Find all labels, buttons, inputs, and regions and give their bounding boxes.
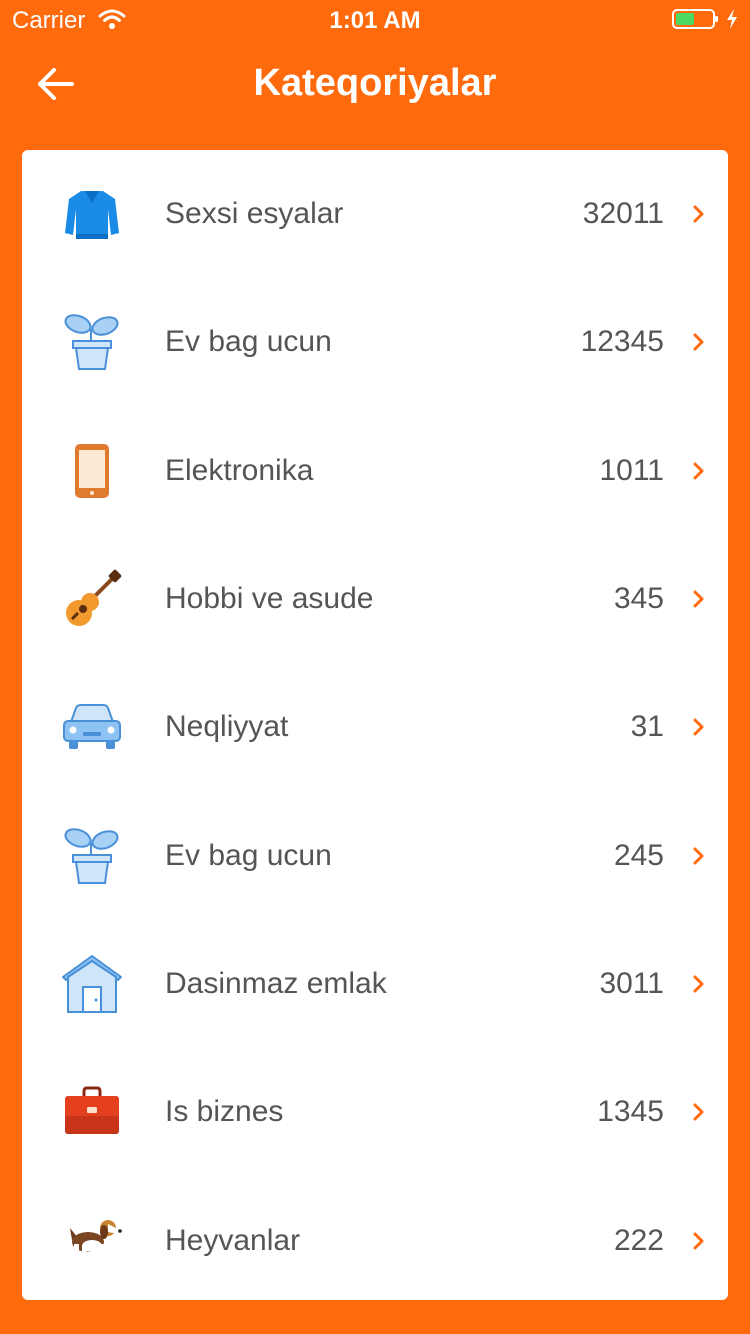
plant-pot-icon	[60, 310, 124, 374]
category-row[interactable]: Ev bag ucun 12345	[22, 278, 728, 406]
category-label: Hobbi ve asude	[165, 582, 374, 616]
category-label: Ev bag ucun	[165, 838, 332, 872]
category-row[interactable]: Ev bag ucun 245	[22, 791, 728, 919]
dog-icon	[60, 1209, 124, 1273]
category-row[interactable]: Dasinmaz emlak 3011	[22, 920, 728, 1048]
chevron-right-icon	[692, 1230, 706, 1252]
category-row[interactable]: Hobbi ve asude 345	[22, 535, 728, 663]
charging-bolt-icon	[727, 9, 737, 29]
category-count: 31	[630, 710, 664, 744]
category-count: 1011	[599, 453, 664, 487]
battery-icon	[672, 8, 738, 30]
chevron-right-icon	[692, 588, 706, 610]
category-count: 245	[613, 838, 664, 872]
guitar-icon	[60, 567, 124, 631]
category-label: Neqliyyat	[165, 710, 289, 744]
category-row[interactable]: Elektronika 1011	[22, 407, 728, 535]
chevron-right-icon	[692, 203, 706, 225]
plant-pot-icon	[60, 824, 124, 888]
category-row[interactable]: Sexsi esyalar 32011	[22, 150, 728, 278]
category-count: 32011	[582, 197, 664, 231]
chevron-right-icon	[692, 845, 706, 867]
category-count: 3011	[599, 966, 664, 1000]
category-label: Sexsi esyalar	[165, 197, 344, 231]
category-label: Heyvanlar	[165, 1223, 301, 1257]
chevron-right-icon	[692, 716, 706, 738]
phone-icon	[60, 439, 124, 503]
category-label: Elektronika	[165, 453, 314, 487]
category-label: Ev bag ucun	[165, 325, 332, 359]
chevron-right-icon	[692, 973, 706, 995]
category-label: Dasinmaz emlak	[165, 966, 387, 1000]
house-icon	[60, 952, 124, 1016]
category-count: 222	[613, 1223, 664, 1257]
navigation-bar: Kateqoriyalar	[0, 40, 750, 128]
category-label: Is biznes	[165, 1095, 284, 1129]
category-count: 12345	[580, 325, 664, 359]
category-list: Sexsi esyalar 32011 Ev bag ucun 12345 El…	[22, 150, 728, 1300]
status-time: 1:01 AM	[329, 7, 421, 34]
status-bar: Carrier 1:01 AM	[0, 0, 750, 40]
category-row[interactable]: Neqliyyat 31	[22, 663, 728, 791]
sweater-icon	[60, 182, 124, 246]
category-count: 345	[613, 582, 664, 616]
car-icon	[60, 695, 124, 759]
category-row[interactable]: Is biznes 1345	[22, 1048, 728, 1176]
chevron-right-icon	[692, 460, 706, 482]
category-count: 1345	[597, 1095, 664, 1129]
category-row[interactable]: Heyvanlar 222	[22, 1176, 728, 1304]
briefcase-icon	[60, 1080, 124, 1144]
page-title: Kateqoriyalar	[253, 62, 497, 104]
chevron-right-icon	[692, 1101, 706, 1123]
chevron-right-icon	[692, 331, 706, 353]
